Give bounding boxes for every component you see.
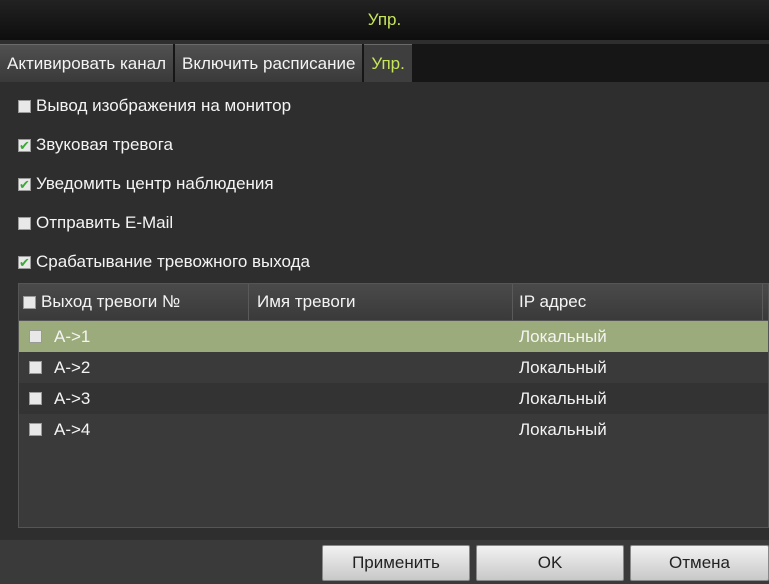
tab-enable-schedule[interactable]: Включить расписание — [175, 44, 363, 82]
option-fullscreen-monitor[interactable]: Вывод изображения на монитор — [18, 96, 310, 116]
checkbox[interactable] — [18, 216, 31, 230]
row-checkbox[interactable] — [29, 330, 42, 343]
checkmark-icon: ✔ — [19, 137, 30, 153]
tab-bar: Активировать канал Включить расписание У… — [0, 44, 769, 82]
table-row[interactable]: A->2 Локальный — [19, 352, 768, 383]
window-title: Упр. — [367, 10, 402, 29]
title-bar: Упр. — [0, 0, 769, 40]
checkbox[interactable] — [18, 99, 31, 113]
checkbox[interactable]: ✔ — [18, 254, 31, 270]
ip-address: Локальный — [519, 326, 607, 346]
alarm-output-number: A->2 — [54, 357, 91, 377]
column-label: IP адрес — [519, 292, 587, 311]
row-checkbox[interactable] — [29, 392, 42, 405]
option-label: Уведомить центр наблюдения — [36, 174, 274, 193]
checkmark-icon: ✔ — [19, 254, 30, 270]
row-checkbox[interactable] — [29, 361, 42, 374]
option-trigger-alarm-output[interactable]: ✔ Срабатывание тревожного выхода — [18, 252, 310, 272]
ok-button[interactable]: OK — [476, 545, 624, 581]
alarm-output-number: A->1 — [54, 326, 91, 346]
column-header-output[interactable]: Выход тревоги № — [19, 284, 249, 320]
table-row[interactable]: A->1 Локальный — [19, 321, 768, 352]
tab-label: Упр. — [371, 53, 405, 73]
table-row[interactable]: A->3 Локальный — [19, 383, 768, 414]
ip-address: Локальный — [519, 388, 607, 408]
column-label: Имя тревоги — [257, 292, 356, 311]
option-label: Срабатывание тревожного выхода — [36, 252, 311, 271]
column-label: Выход тревоги № — [41, 292, 181, 311]
row-checkbox[interactable] — [29, 423, 42, 436]
alarm-output-number: A->3 — [54, 388, 91, 408]
checkbox[interactable]: ✔ — [18, 176, 31, 192]
tab-label: Активировать канал — [7, 53, 167, 73]
linkage-options: Вывод изображения на монитор ✔ Звуковая … — [18, 96, 310, 291]
alarm-output-number: A->4 — [54, 419, 91, 439]
option-label: Вывод изображения на монитор — [36, 96, 292, 115]
column-header-ip: IP адрес — [513, 284, 763, 320]
checkbox[interactable]: ✔ — [18, 137, 31, 153]
option-notify-surveillance-center[interactable]: ✔ Уведомить центр наблюдения — [18, 174, 310, 194]
ip-address: Локальный — [519, 419, 607, 439]
option-label: Звуковая тревога — [36, 135, 174, 154]
option-audible-warning[interactable]: ✔ Звуковая тревога — [18, 135, 310, 155]
tab-handling[interactable]: Упр. — [364, 44, 412, 82]
table-header: Выход тревоги № Имя тревоги IP адрес — [19, 284, 768, 321]
option-label: Отправить E-Mail — [36, 213, 174, 232]
alarm-handling-dialog: Упр. Активировать канал Включить расписа… — [0, 0, 769, 584]
alarm-output-table: Выход тревоги № Имя тревоги IP адрес A->… — [18, 283, 769, 528]
column-header-name: Имя тревоги — [249, 284, 513, 320]
apply-button[interactable]: Применить — [322, 545, 470, 581]
tab-activate-channel[interactable]: Активировать канал — [0, 44, 174, 82]
option-send-email[interactable]: Отправить E-Mail — [18, 213, 310, 233]
tab-label: Включить расписание — [182, 53, 356, 73]
cancel-button[interactable]: Отмена — [630, 545, 769, 581]
checkmark-icon: ✔ — [19, 176, 30, 192]
select-all-checkbox[interactable] — [23, 295, 36, 309]
table-row[interactable]: A->4 Локальный — [19, 414, 768, 445]
ip-address: Локальный — [519, 357, 607, 377]
